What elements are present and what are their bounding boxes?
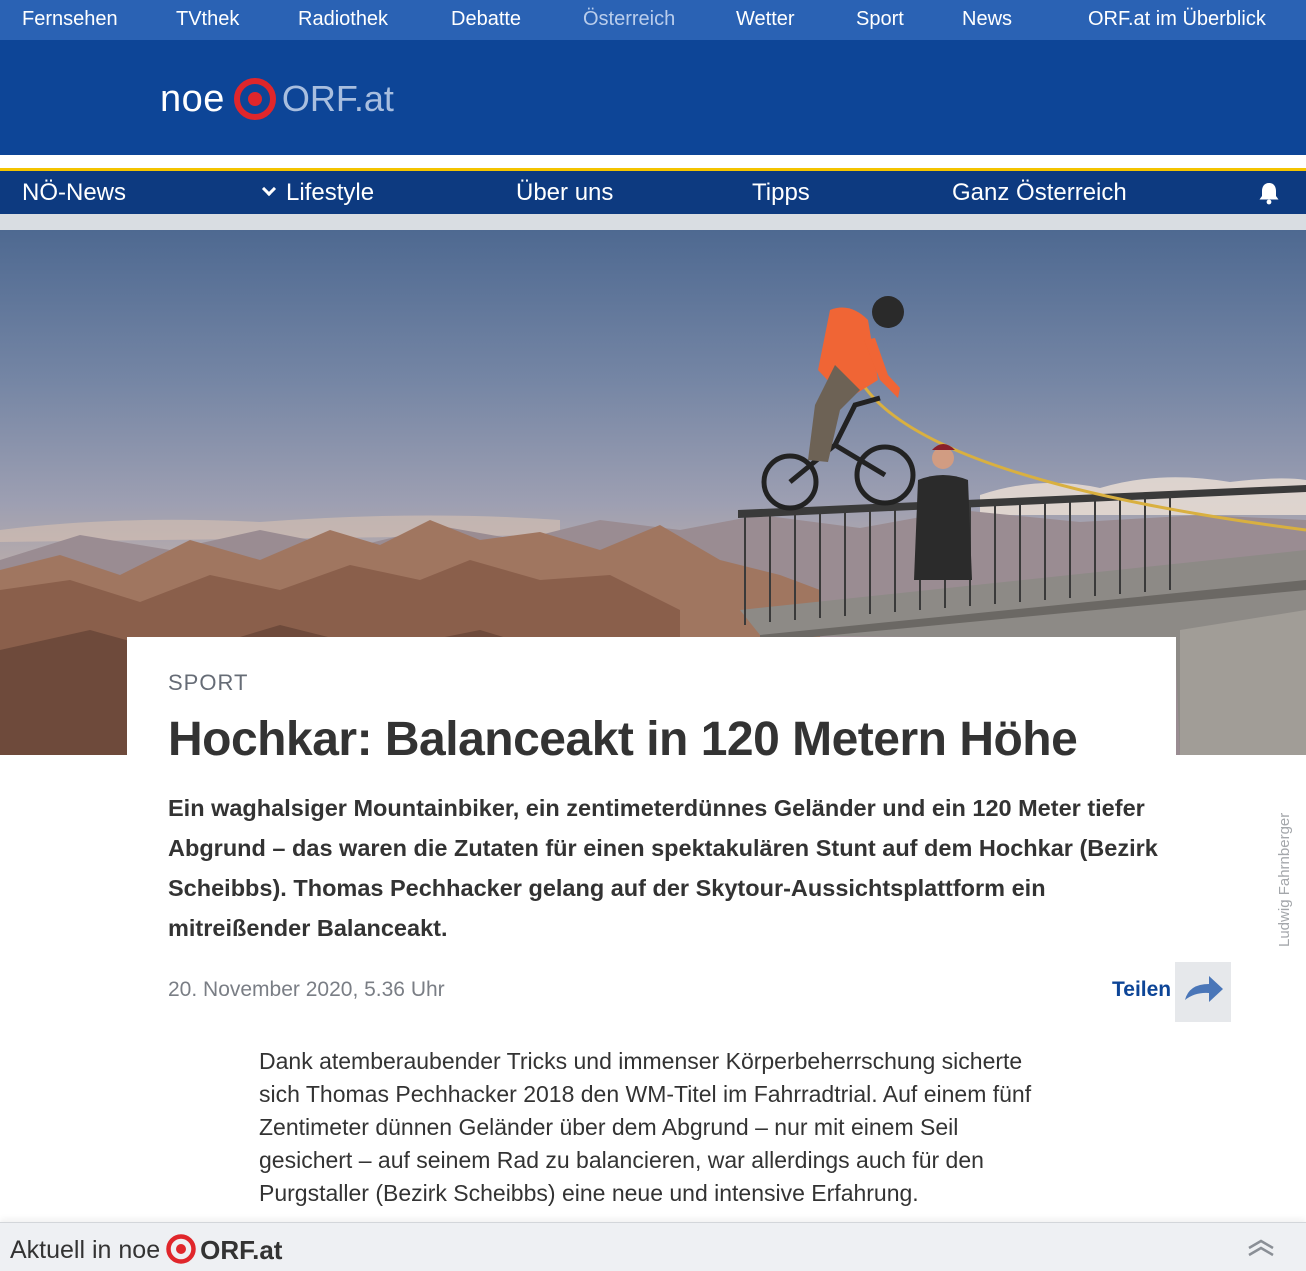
topnav-sport[interactable]: Sport [856,0,904,40]
topnav-ueberblick[interactable]: ORF.at im Überblick [1088,0,1266,40]
nav-lifestyle[interactable]: Lifestyle [260,171,374,214]
nav-spacer [0,214,1306,230]
topnav-wetter[interactable]: Wetter [736,0,795,40]
footer-brand: ORF.at [200,1235,283,1265]
orf-logo-icon [166,1233,196,1264]
article-body: Dank atemberaubender Tricks und immenser… [259,1048,1032,1206]
topnav-fernsehen[interactable]: Fernsehen [22,0,118,40]
nav-label: Lifestyle [286,179,375,206]
nav-label: NÖ-News [22,179,127,206]
bell-icon[interactable] [1258,181,1280,205]
share-arrow-icon [1185,976,1223,1002]
share-button[interactable] [1175,962,1231,1022]
site-header: noe ORF.at [0,40,1306,155]
topnav-oesterreich[interactable]: Österreich [583,0,675,40]
double-chevron-up-icon[interactable] [1246,1238,1276,1258]
nav-label: Tipps [752,179,810,206]
aktuell-label: Aktuell in noe [10,1236,161,1264]
article-category[interactable]: SPORT [168,670,248,696]
aktuell-link[interactable]: Aktuell in noe ORF.at [10,1233,283,1266]
main-nav: NÖ-News Lifestyle Über uns Tipps Ganz Ös… [0,171,1306,214]
nav-label: Ganz Österreich [952,179,1127,206]
nav-label: Über uns [516,179,614,206]
sticky-footer-bar: Aktuell in noe ORF.at [0,1222,1306,1271]
topnav-news[interactable]: News [962,0,1012,40]
nav-tipps[interactable]: Tipps [752,171,810,214]
chevron-down-icon [261,181,277,197]
orf-logo-icon [233,78,276,120]
nav-noe-news[interactable]: NÖ-News [22,171,126,214]
nav-ganz-oesterreich[interactable]: Ganz Österreich [952,171,1127,214]
article-title: Hochkar: Balanceakt in 120 Metern Höhe [168,713,1078,766]
topnav-tvthek[interactable]: TVthek [176,0,239,40]
orf-top-bar: Fernsehen TVthek Radiothek Debatte Öster… [0,0,1306,40]
nav-ueber-uns[interactable]: Über uns [516,171,613,214]
topnav-debatte[interactable]: Debatte [451,0,521,40]
topnav-radiothek[interactable]: Radiothek [298,0,388,40]
share-label[interactable]: Teilen [1112,978,1171,1002]
photo-credit-text: Ludwig Fahrnberger [1276,812,1293,947]
logo-region: noe [160,78,225,120]
article-date: 20. November 2020, 5.36 Uhr [168,978,445,1001]
photo-credit: Ludwig Fahrnberger [1276,813,1306,947]
article-lead: Ein waghalsiger Mountainbiker, ein zenti… [168,795,1158,941]
logo-brand: ORF.at [281,78,394,119]
noe-orf-logo[interactable]: noe ORF.at [160,74,394,124]
